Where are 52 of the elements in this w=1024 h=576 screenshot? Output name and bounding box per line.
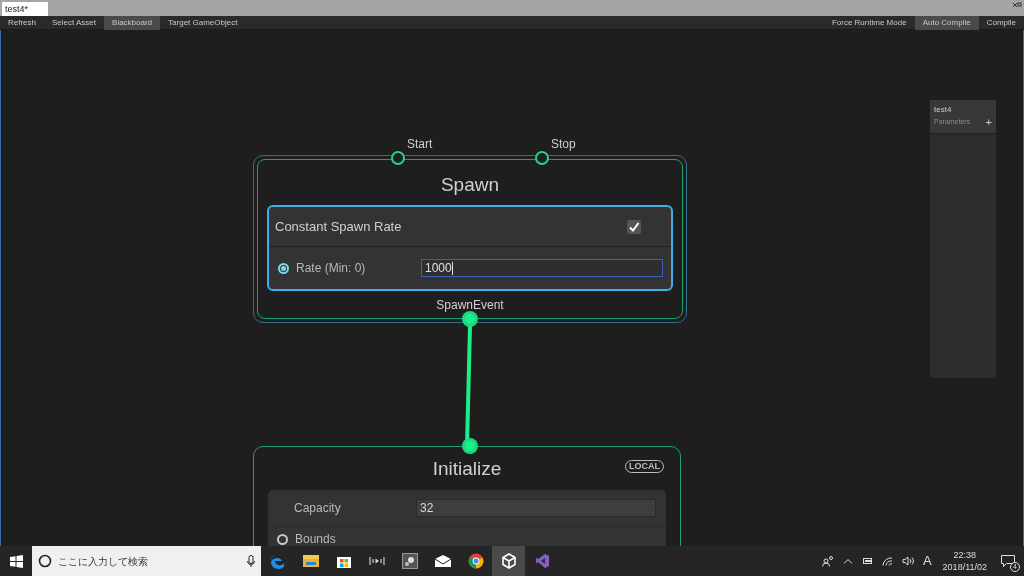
search-icon	[38, 554, 52, 568]
visual-studio-icon	[533, 553, 550, 569]
field-label: Capacity	[294, 500, 342, 517]
toolbar-button[interactable]: Blackboard	[104, 16, 161, 30]
ime-indicator[interactable]: A	[922, 551, 932, 571]
wifi-icon[interactable]	[881, 556, 893, 566]
mail-icon	[433, 554, 452, 568]
people-icon[interactable]	[821, 555, 834, 567]
value-field[interactable]: 32	[416, 499, 656, 517]
output-port[interactable]	[463, 312, 477, 326]
toolbar-button[interactable]: Auto Compile	[914, 16, 979, 30]
chrome-icon	[467, 553, 484, 569]
rate-field[interactable]: 1000	[421, 259, 663, 277]
folder-icon	[301, 553, 320, 569]
add-parameter-button[interactable]: +	[985, 111, 992, 133]
block-title: Constant Spawn Rate	[275, 217, 402, 236]
toolbar-button[interactable]: Force Runtime Mode	[823, 16, 915, 30]
document-tab[interactable]: test4*	[2, 2, 48, 16]
link-toggle[interactable]	[277, 533, 288, 545]
toolbar-button[interactable]: Compile	[978, 16, 1024, 30]
block-panel[interactable]: Capacity 32 Bounds	[268, 490, 666, 546]
node-title: Initialize	[432, 457, 502, 481]
input-port[interactable]	[463, 439, 477, 453]
taskbar-app[interactable]	[492, 546, 525, 576]
app-icon	[401, 553, 418, 569]
node-title: Spawn	[440, 173, 500, 197]
search-bar[interactable]: ここに入力して検索	[32, 546, 261, 576]
input-port[interactable]	[391, 151, 405, 165]
port-label: Start	[407, 137, 433, 151]
speaker-icon[interactable]	[901, 556, 914, 566]
property-label: Bounds	[295, 531, 336, 546]
toolbar-button[interactable]: Target GameObject	[160, 16, 246, 30]
edge-icon	[268, 552, 287, 570]
battery-icon[interactable]	[861, 557, 873, 565]
port-label: Stop	[551, 137, 576, 151]
port-label: SpawnEvent	[436, 297, 504, 314]
toolbar-button[interactable]: Select Asset	[44, 16, 105, 30]
input-port[interactable]	[535, 151, 549, 165]
enable-checkbox[interactable]	[627, 219, 641, 234]
windows-icon	[9, 554, 23, 568]
blackboard-title: test4	[934, 104, 953, 116]
link-toggle[interactable]	[278, 262, 289, 274]
cube-icon	[500, 553, 517, 569]
block-panel[interactable]: Constant Spawn Rate Rate (Min: 0) 1000	[267, 205, 673, 291]
toolbar-button[interactable]: Refresh	[0, 16, 44, 30]
media-icon	[368, 556, 385, 566]
clock[interactable]: 22:38 2018/11/02	[940, 549, 989, 573]
node-outline[interactable]: Spawn Constant Spawn Rate Rate (Min: 0) 1000 SpawnEvent	[253, 155, 687, 323]
search-field[interactable]: ここに入力して検索	[58, 553, 241, 569]
chevron-up-icon[interactable]	[842, 558, 853, 564]
field-label: Rate (Min: 0)	[296, 260, 367, 277]
microphone-icon[interactable]	[247, 554, 255, 568]
